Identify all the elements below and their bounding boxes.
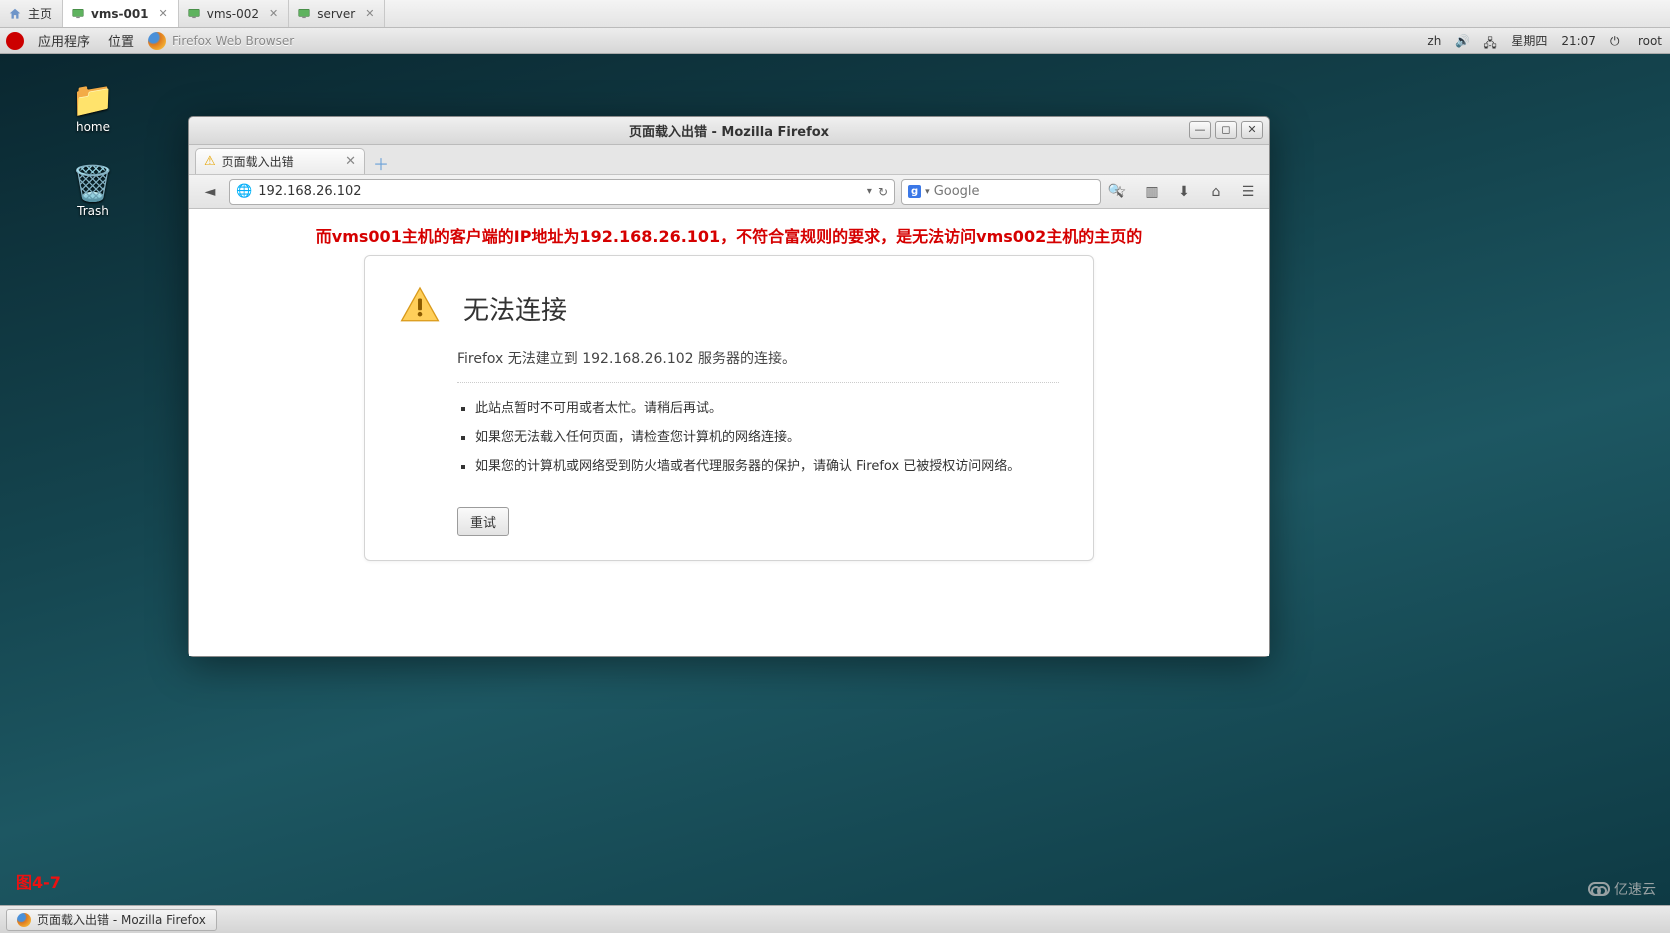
vm-tab-home[interactable]: 主页 <box>0 0 63 27</box>
url-bar[interactable]: 🌐 ▾ ↻ <box>229 179 895 205</box>
clock-time: 21:07 <box>1561 34 1596 48</box>
figure-label: 图4-7 <box>16 869 61 893</box>
taskbar: 页面载入出错 - Mozilla Firefox <box>0 905 1670 933</box>
error-suggestion: 此站点暂时不可用或者太忙。请稍后再试。 <box>475 399 1059 420</box>
user-label[interactable]: root <box>1638 34 1662 48</box>
close-icon[interactable]: ✕ <box>159 7 168 20</box>
power-icon[interactable]: ⏻ <box>1610 34 1624 48</box>
error-title: 无法连接 <box>463 290 567 327</box>
window-minimize-button[interactable]: — <box>1189 121 1211 139</box>
error-suggestion: 如果您的计算机或网络受到防火墙或者代理服务器的保护，请确认 Firefox 已被… <box>475 457 1059 478</box>
search-bar[interactable]: g▾ 🔍 <box>901 179 1101 205</box>
home-button[interactable]: ⌂ <box>1203 179 1229 205</box>
warning-icon: ⚠ <box>204 154 216 169</box>
watermark-text: 亿速云 <box>1614 879 1656 899</box>
desktop-icon-label: home <box>76 120 110 134</box>
vm-tab-label: 主页 <box>28 5 52 22</box>
window-maximize-button[interactable]: ◻ <box>1215 121 1237 139</box>
browser-content: 而vms001主机的客户端的IP地址为192.168.26.101，不符合富规则… <box>189 209 1269 656</box>
library-button[interactable]: ▥ <box>1139 179 1165 205</box>
url-input[interactable] <box>258 184 861 199</box>
browser-tab-strip: ⚠ 页面载入出错 ✕ ＋ <box>189 145 1269 175</box>
close-icon[interactable]: ✕ <box>365 7 374 20</box>
active-app-label: Firefox Web Browser <box>172 34 294 48</box>
vm-tab-strip: 主页 vms-001 ✕ vms-002 ✕ server ✕ <box>0 0 1670 28</box>
menu-applications[interactable]: 应用程序 <box>30 31 98 50</box>
desktop-home-icon[interactable]: 📁 home <box>58 80 128 134</box>
new-tab-button[interactable]: ＋ <box>369 152 393 174</box>
desktop-icon-label: Trash <box>77 204 109 218</box>
menu-button[interactable]: ☰ <box>1235 179 1261 205</box>
back-button[interactable]: ◄ <box>197 179 223 205</box>
monitor-icon <box>297 7 311 21</box>
vm-tab-vms001[interactable]: vms-001 ✕ <box>63 0 179 27</box>
retry-button[interactable]: 重试 <box>457 507 509 536</box>
close-icon[interactable]: ✕ <box>269 7 278 20</box>
home-icon <box>8 7 22 21</box>
taskbar-app-button[interactable]: 页面载入出错 - Mozilla Firefox <box>6 909 217 931</box>
lang-indicator[interactable]: zh <box>1427 34 1441 48</box>
desktop: 📁 home 🗑️ Trash 页面载入出错 - Mozilla Firefox… <box>0 54 1670 905</box>
vm-tab-label: server <box>317 7 355 21</box>
chevron-down-icon[interactable]: ▾ <box>867 186 872 197</box>
error-suggestion: 如果您无法载入任何页面，请检查您计算机的网络连接。 <box>475 428 1059 449</box>
vm-tab-label: vms-002 <box>207 7 259 21</box>
vm-tab-server[interactable]: server ✕ <box>289 0 385 27</box>
monitor-icon <box>187 7 201 21</box>
google-icon: g <box>908 185 921 198</box>
watermark-icon <box>1588 882 1610 896</box>
firefox-icon[interactable] <box>148 32 166 50</box>
error-subtitle: Firefox 无法建立到 192.168.26.102 服务器的连接。 <box>457 348 1059 368</box>
window-titlebar[interactable]: 页面载入出错 - Mozilla Firefox — ◻ ✕ <box>189 117 1269 145</box>
taskbar-app-label: 页面载入出错 - Mozilla Firefox <box>37 911 206 928</box>
clock-day: 星期四 <box>1511 32 1547 49</box>
watermark: 亿速云 <box>1588 879 1656 899</box>
error-card: 无法连接 Firefox 无法建立到 192.168.26.102 服务器的连接… <box>364 255 1094 561</box>
distro-icon <box>6 32 24 50</box>
window-title: 页面载入出错 - Mozilla Firefox <box>629 121 829 140</box>
reload-icon[interactable]: ↻ <box>878 185 888 199</box>
warning-triangle-icon <box>399 284 441 330</box>
search-input[interactable] <box>934 184 1104 199</box>
menu-places[interactable]: 位置 <box>100 31 142 50</box>
tab-close-icon[interactable]: ✕ <box>345 154 356 169</box>
vm-tab-label: vms-001 <box>91 7 149 21</box>
window-close-button[interactable]: ✕ <box>1241 121 1263 139</box>
bookmark-button[interactable]: ☆ <box>1107 179 1133 205</box>
error-suggestion-list: 此站点暂时不可用或者太忙。请稍后再试。 如果您无法载入任何页面，请检查您计算机的… <box>457 399 1059 477</box>
browser-toolbar: ◄ 🌐 ▾ ↻ g▾ 🔍 ☆ ▥ ⬇ ⌂ ☰ <box>189 175 1269 209</box>
downloads-button[interactable]: ⬇ <box>1171 179 1197 205</box>
browser-tab[interactable]: ⚠ 页面载入出错 ✕ <box>195 148 365 174</box>
vm-tab-vms002[interactable]: vms-002 ✕ <box>179 0 290 27</box>
volume-icon[interactable]: 🔊 <box>1455 34 1469 48</box>
monitor-icon <box>71 7 85 21</box>
annotation-text: 而vms001主机的客户端的IP地址为192.168.26.101，不符合富规则… <box>209 223 1249 247</box>
network-icon[interactable]: 🖧 <box>1483 34 1497 48</box>
gnome-menubar: 应用程序 位置 Firefox Web Browser zh 🔊 🖧 星期四 2… <box>0 28 1670 54</box>
firefox-window: 页面载入出错 - Mozilla Firefox — ◻ ✕ ⚠ 页面载入出错 … <box>188 116 1270 657</box>
chevron-down-icon[interactable]: ▾ <box>925 187 930 197</box>
folder-icon: 📁 <box>58 80 128 120</box>
trash-icon: 🗑️ <box>58 164 128 204</box>
divider <box>457 382 1059 383</box>
firefox-icon <box>17 913 31 927</box>
desktop-trash-icon[interactable]: 🗑️ Trash <box>58 164 128 218</box>
browser-tab-label: 页面载入出错 <box>222 153 294 170</box>
globe-icon: 🌐 <box>236 184 252 199</box>
